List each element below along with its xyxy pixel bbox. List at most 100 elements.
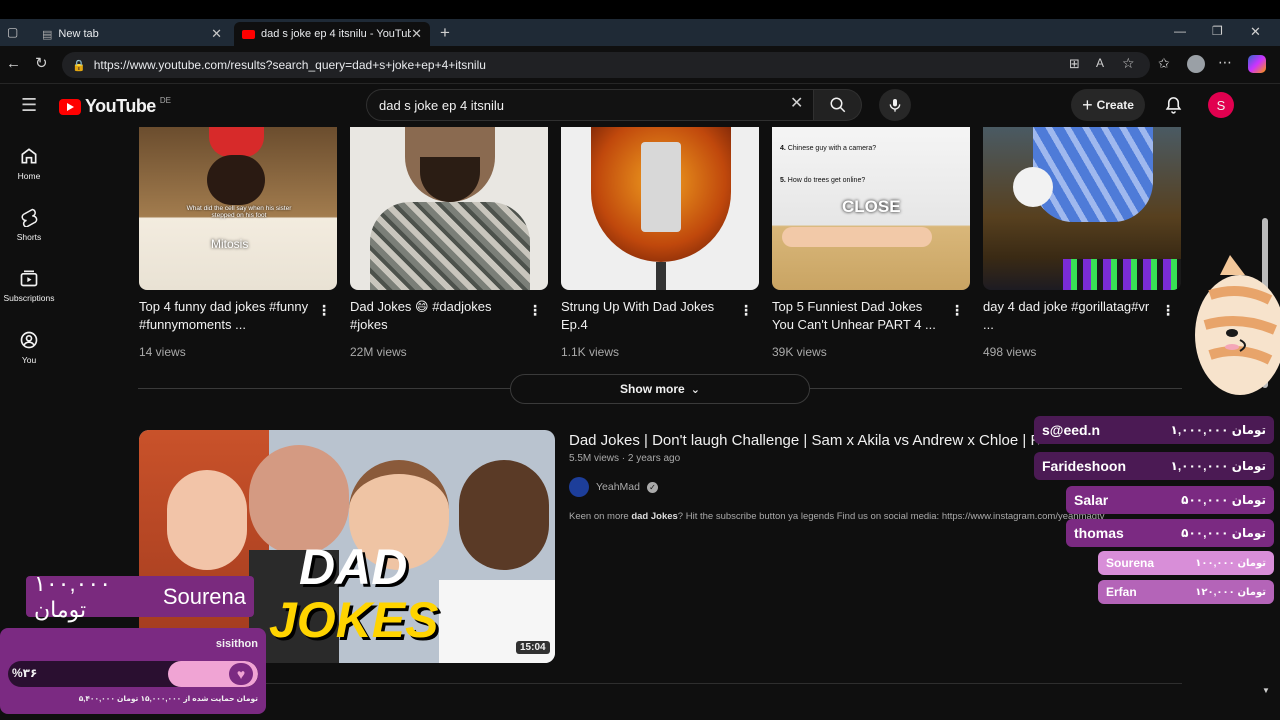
read-aloud-icon[interactable]: A (1096, 57, 1104, 69)
donor-name: Salar (1074, 492, 1109, 508)
short-thumbnail[interactable] (561, 127, 759, 290)
divider (138, 683, 1182, 684)
address-bar[interactable]: 🔒 https://www.youtube.com/results?search… (62, 52, 1150, 78)
youtube-favicon-icon (242, 29, 255, 39)
more-menu-icon[interactable]: ⋯ (1218, 55, 1232, 69)
thumbnail-text-dad: DAD (299, 539, 408, 595)
close-tab-icon[interactable]: ✕ (411, 26, 422, 42)
scroll-down-arrow-icon[interactable]: ▼ (1262, 687, 1270, 695)
short-card[interactable]: 4. Chinese guy with a camera? 5. How do … (772, 127, 970, 359)
close-tab-icon[interactable]: ✕ (211, 26, 222, 42)
create-button[interactable]: + Create (1071, 89, 1145, 121)
nav-item-home[interactable]: Home (0, 146, 58, 181)
tab-youtube[interactable]: dad s joke ep 4 itsnilu - YouTube ✕ (234, 22, 430, 46)
gorilla-shape (1033, 127, 1153, 222)
donation-item: Erfan ۱۲۰,۰۰۰ تومان (1098, 580, 1274, 604)
copilot-icon[interactable] (1248, 55, 1266, 73)
favorite-star-icon[interactable]: ☆ (1122, 56, 1135, 70)
donor-name: Sourena (162, 583, 246, 609)
donation-item: Salar ۵۰۰,۰۰۰ تومان (1066, 486, 1274, 514)
channel-avatar[interactable] (569, 477, 589, 497)
restore-icon[interactable]: ❐ (1212, 25, 1223, 37)
donation-amount: ۵۰۰,۰۰۰ تومان (1181, 493, 1266, 507)
video-duration: 15:04 (516, 641, 550, 654)
short-thumbnail[interactable]: What did the cell say when his sister st… (139, 127, 337, 290)
short-thumbnail[interactable] (350, 127, 548, 290)
youtube-play-icon (59, 98, 81, 115)
short-views: 39K views (772, 345, 827, 359)
tab-actions-icon[interactable]: ▢ (7, 26, 18, 38)
hamburger-menu-icon[interactable]: ☰ (21, 96, 37, 114)
donor-name: Erfan (1106, 585, 1137, 599)
close-window-icon[interactable]: ✕ (1250, 25, 1261, 38)
more-actions-icon[interactable]: ⋮ (950, 303, 964, 317)
bell-icon (1165, 97, 1182, 114)
site-info-icon[interactable]: 🔒 (72, 59, 86, 72)
app-available-icon[interactable]: ⊞ (1069, 57, 1080, 70)
guitar-stand-shape (656, 262, 666, 290)
short-card[interactable]: Strung Up With Dad Jokes Ep.4 1.1K views… (561, 127, 759, 359)
short-overlay-caption-2: 5. How do trees get online? (780, 177, 866, 184)
tab-new-tab[interactable]: ▤ New tab ✕ (34, 22, 230, 46)
more-actions-icon[interactable]: ⋮ (317, 303, 331, 317)
short-title[interactable]: Top 5 Funniest Dad Jokes You Can't Unhea… (772, 298, 947, 334)
goal-percent: %۳۶ (12, 666, 38, 680)
search-button[interactable] (814, 89, 862, 121)
short-thumbnail[interactable]: 4. Chinese guy with a camera? 5. How do … (772, 127, 970, 290)
short-views: 22M views (350, 345, 407, 359)
short-card[interactable]: What did the cell say when his sister st… (139, 127, 337, 359)
search-input[interactable]: dad s joke ep 4 itsnilu (366, 89, 814, 121)
donation-item: s@eed.n ۱,۰۰۰,۰۰۰ تومان (1034, 416, 1274, 444)
favorites-icon[interactable]: ✩ (1158, 56, 1170, 70)
donation-amount: ۱۰۰,۰۰۰ تومان (34, 570, 112, 622)
more-actions-icon[interactable]: ⋮ (1161, 303, 1175, 317)
show-more-button[interactable]: Show more ⌄ (510, 374, 810, 404)
profile-icon[interactable] (1187, 55, 1205, 73)
short-overlay-text: Mitosis (211, 237, 249, 251)
short-card[interactable]: Dad Jokes 😄 #dadjokes #jokes 22M views ⋮ (350, 127, 548, 359)
short-title[interactable]: Top 4 funny dad jokes #funny #funnymomen… (139, 298, 314, 334)
face-shape (207, 155, 265, 205)
plus-icon: + (1082, 94, 1093, 115)
subscriptions-icon (20, 270, 38, 287)
reload-icon[interactable]: ↻ (35, 56, 48, 71)
verified-check-icon: ✓ (646, 481, 658, 493)
thumbnail-text-jokes: JOKES (269, 592, 439, 648)
arm-shape (782, 227, 932, 247)
short-card[interactable]: day 4 dad joke #gorillatag#vr ... 498 vi… (983, 127, 1181, 359)
short-title[interactable]: Dad Jokes 😄 #dadjokes #jokes (350, 298, 525, 334)
nav-item-you[interactable]: You (0, 330, 58, 365)
new-tab-icon[interactable]: + (440, 24, 450, 41)
more-actions-icon[interactable]: ⋮ (528, 303, 542, 317)
short-thumbnail[interactable] (983, 127, 1181, 290)
shirt-shape (370, 202, 530, 290)
short-title[interactable]: Strung Up With Dad Jokes Ep.4 (561, 298, 736, 334)
account-avatar[interactable]: S (1208, 92, 1234, 118)
nav-item-subscriptions[interactable]: Subscriptions (0, 268, 58, 303)
voice-search-button[interactable] (879, 89, 911, 121)
clear-search-icon[interactable]: ✕ (790, 96, 803, 112)
donor-name: Farideshoon (1042, 458, 1127, 474)
channel-row[interactable]: YeahMad ✓ (569, 477, 658, 497)
nav-item-shorts[interactable]: Shorts (0, 207, 58, 242)
goal-name: sisithon (215, 638, 258, 650)
video-meta: 5.5M views · 2 years ago (569, 453, 681, 464)
tab-label: New tab (58, 28, 99, 40)
channel-name[interactable]: YeahMad (596, 481, 640, 493)
goal-progress-bar: %۳۶ (8, 661, 258, 687)
more-actions-icon[interactable]: ⋮ (739, 303, 753, 317)
short-views: 498 views (983, 345, 1037, 359)
youtube-logo[interactable]: YouTube DE (59, 96, 171, 117)
home-icon (21, 148, 37, 164)
donation-amount: ۱۰۰,۰۰۰ تومان (1195, 557, 1266, 569)
microphone-icon (889, 99, 901, 112)
minimize-icon[interactable]: — (1174, 25, 1186, 37)
video-title[interactable]: Dad Jokes | Don't laugh Challenge | Sam … (569, 432, 1039, 449)
floor-pattern (1063, 259, 1181, 290)
notifications-button[interactable] (1164, 95, 1183, 120)
back-icon[interactable]: ← (6, 56, 21, 71)
short-title[interactable]: day 4 dad joke #gorillatag#vr ... (983, 298, 1158, 334)
heart-icon: ♥ (229, 663, 253, 685)
chevron-down-icon: ⌄ (690, 383, 700, 396)
search-icon (830, 97, 845, 113)
